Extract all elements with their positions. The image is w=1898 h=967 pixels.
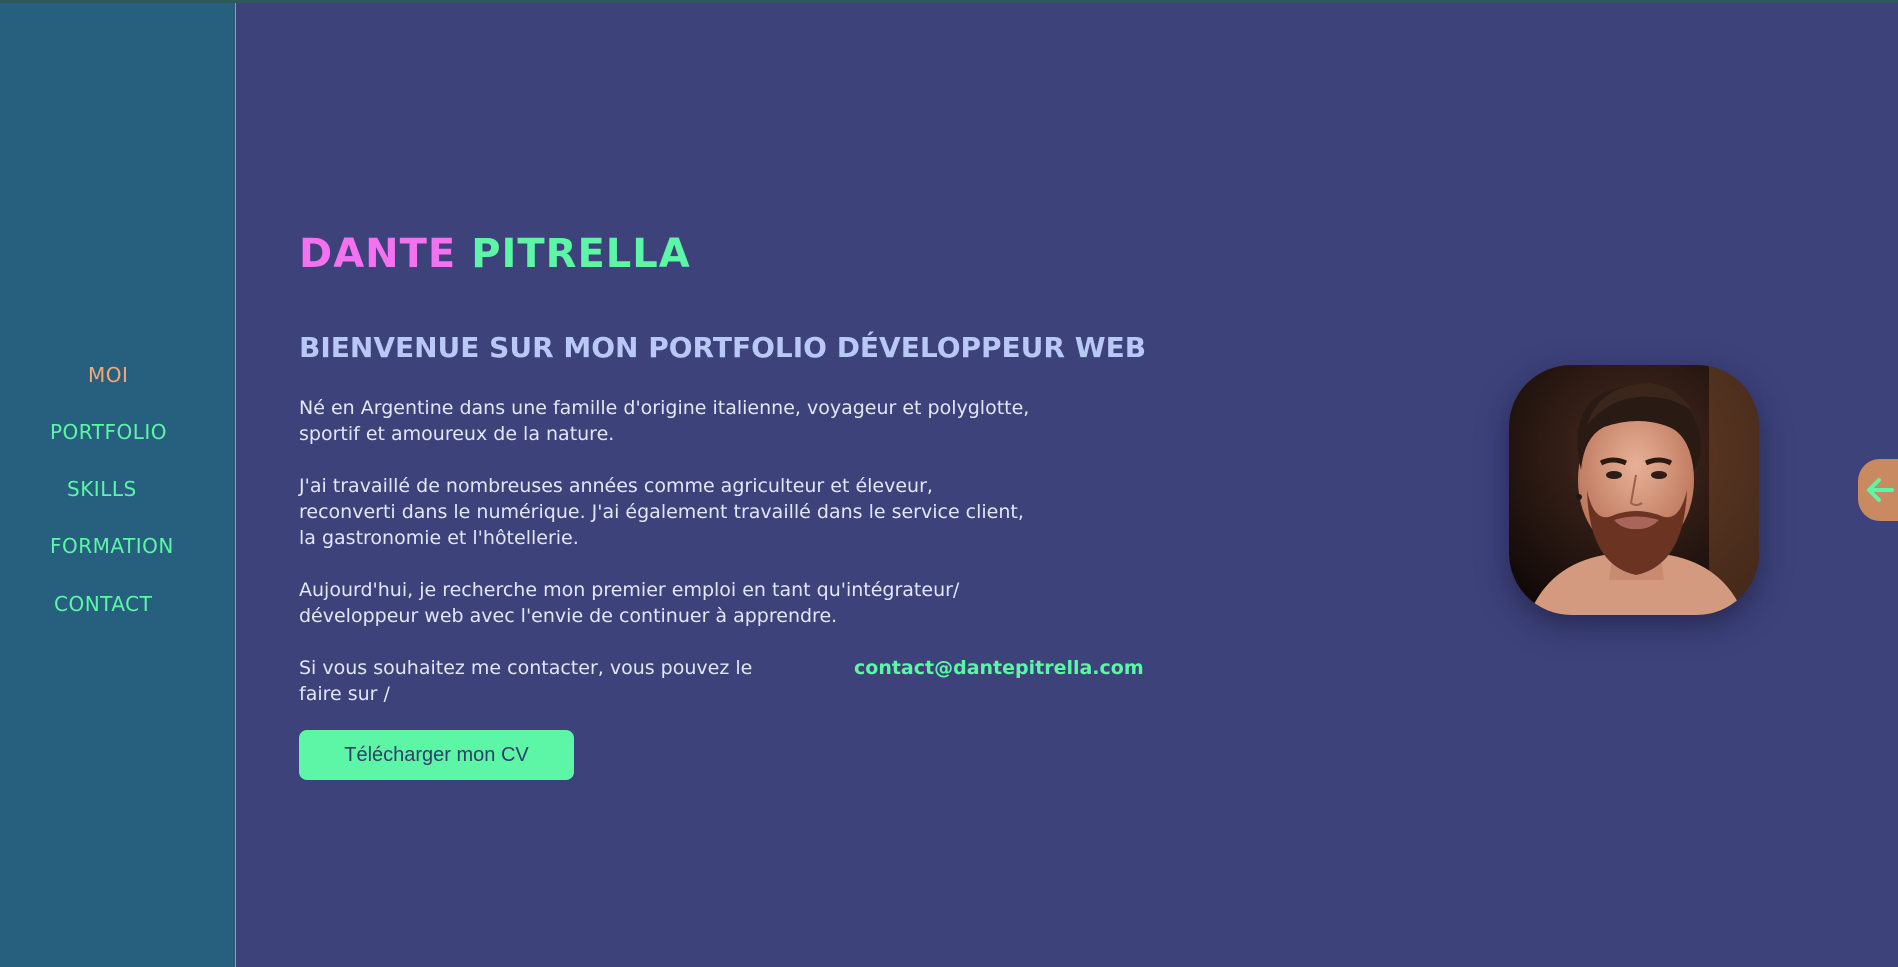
intro-paragraph-3: Aujourd'hui, je recherche mon premier em…: [299, 577, 1199, 629]
intro-paragraph-2: J'ai travaillé de nombreuses années comm…: [299, 473, 1199, 551]
contact-email-link[interactable]: contact@dantepitrella.com: [854, 655, 1144, 681]
paragraph-line: faire sur /: [299, 683, 390, 705]
profile-photo: [1509, 365, 1759, 615]
arrow-left-icon: [1867, 478, 1894, 502]
nav-item-moi[interactable]: MOI: [88, 363, 128, 387]
last-name: PITRELLA: [471, 231, 691, 277]
sidebar-nav: MOI PORTFOLIO SKILLS FORMATION CONTACT: [0, 3, 236, 967]
hero-name: DANTE PITRELLA: [299, 231, 691, 277]
intro-paragraph-1: Né en Argentine dans une famille d'origi…: [299, 395, 1199, 447]
nav-item-portfolio[interactable]: PORTFOLIO: [50, 420, 167, 444]
paragraph-line: Aujourd'hui, je recherche mon premier em…: [299, 579, 960, 601]
portrait-illustration: [1509, 365, 1759, 615]
download-cv-button[interactable]: Télécharger mon CV: [299, 730, 574, 780]
main-content: DANTE PITRELLA BIENVENUE SUR MON PORTFOL…: [236, 3, 1898, 967]
welcome-heading: BIENVENUE SUR MON PORTFOLIO DÉVELOPPEUR …: [299, 331, 1147, 364]
back-tab[interactable]: [1858, 459, 1898, 521]
nav-item-contact[interactable]: CONTACT: [54, 592, 152, 616]
paragraph-line: J'ai travaillé de nombreuses années comm…: [299, 475, 933, 497]
paragraph-line: la gastronomie et l'hôtellerie.: [299, 527, 579, 549]
paragraph-line: reconverti dans le numérique. J'ai égale…: [299, 501, 1024, 523]
paragraph-line: Né en Argentine dans une famille d'origi…: [299, 397, 1030, 419]
paragraph-line: sportif et amoureux de la nature.: [299, 423, 615, 445]
nav-item-formation[interactable]: FORMATION: [50, 534, 174, 558]
paragraph-line: développeur web avec l'envie de continue…: [299, 605, 838, 627]
first-name: DANTE: [299, 231, 457, 277]
nav-item-skills[interactable]: SKILLS: [67, 477, 137, 501]
